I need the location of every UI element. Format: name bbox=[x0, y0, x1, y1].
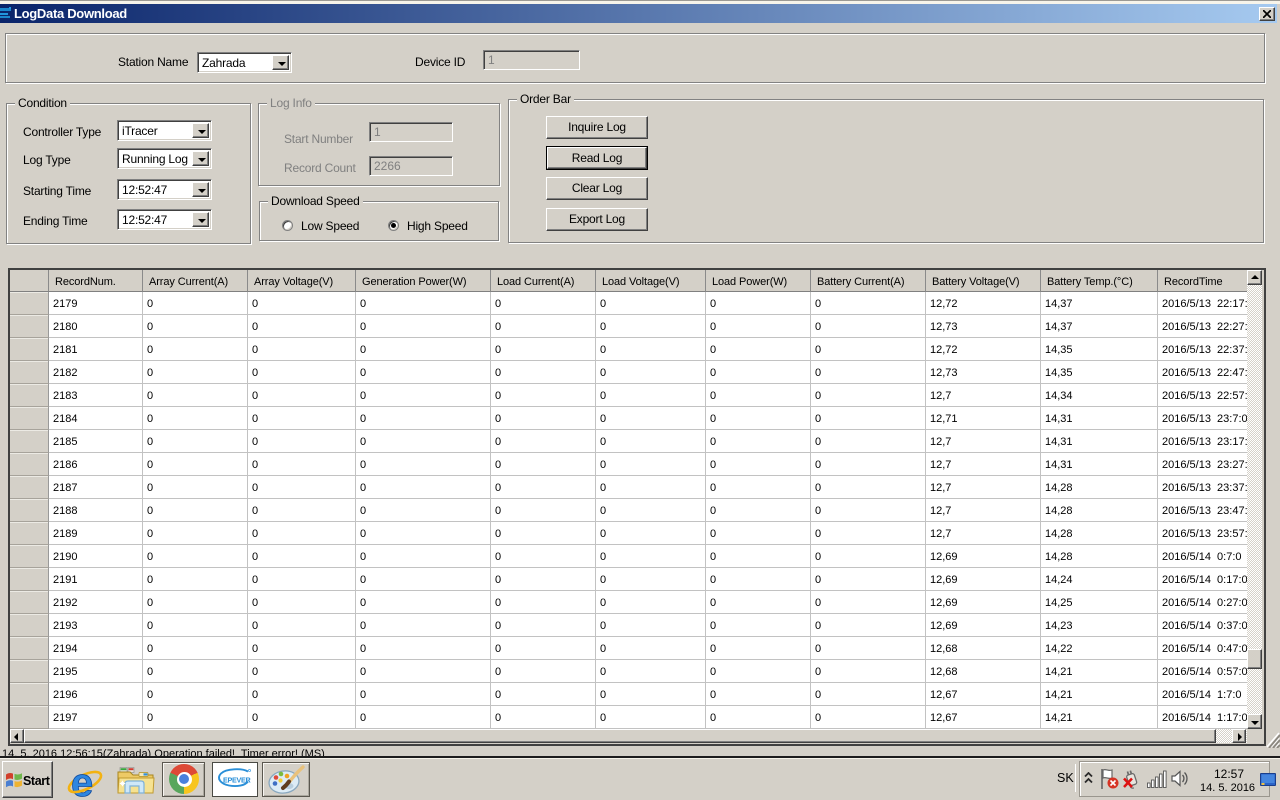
svg-text:EPEVER: EPEVER bbox=[223, 775, 251, 784]
